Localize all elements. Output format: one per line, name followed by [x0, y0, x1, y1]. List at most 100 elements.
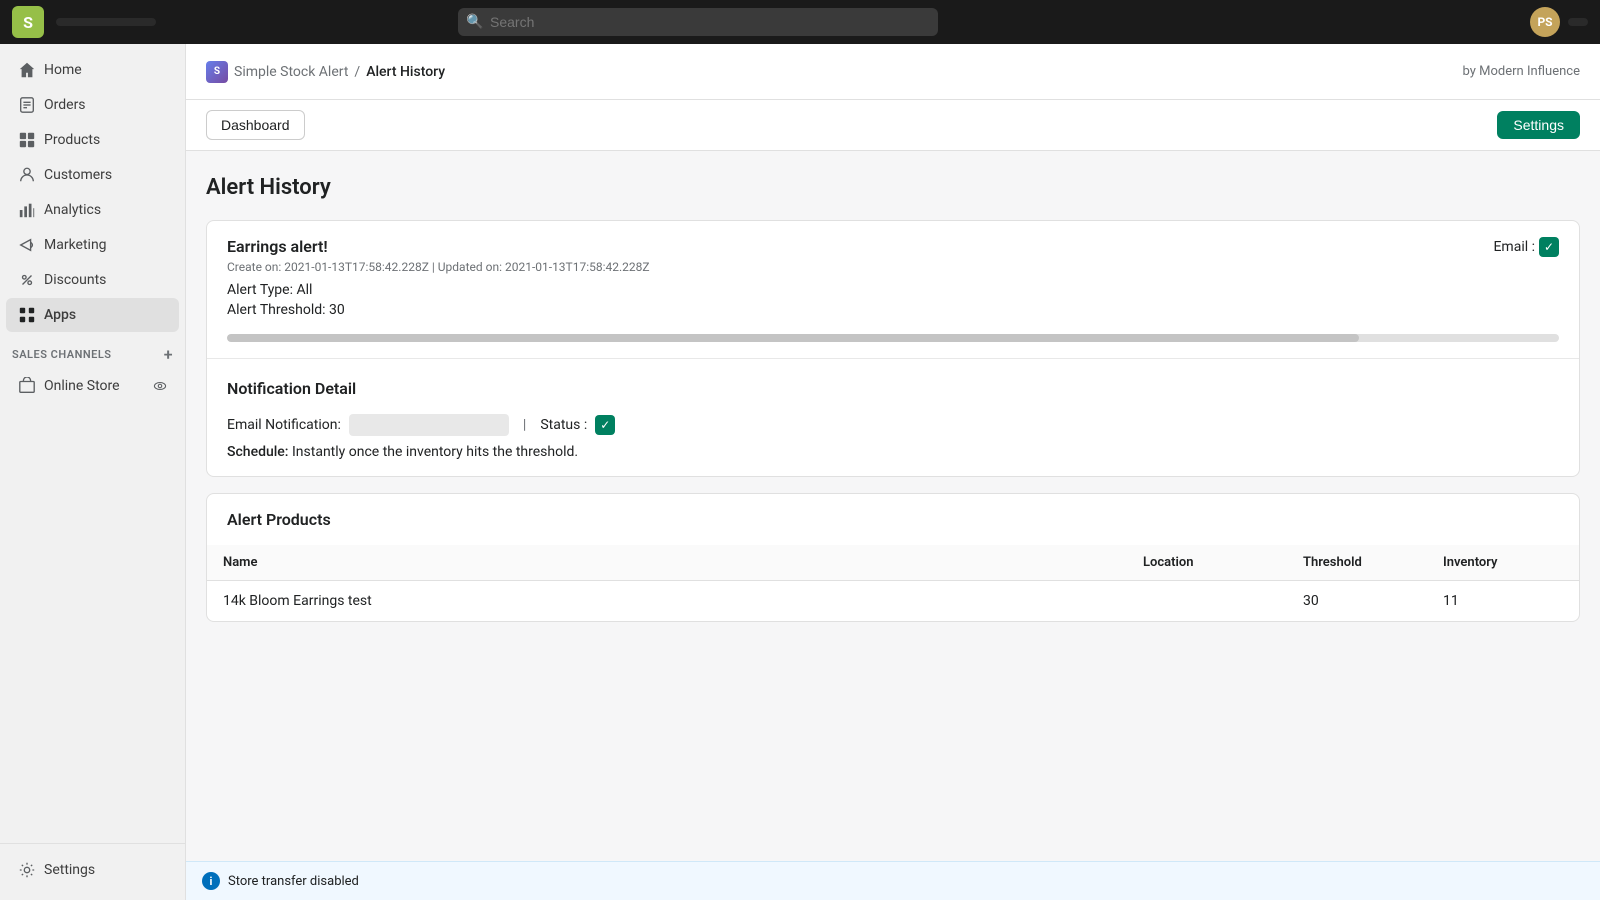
home-icon [18, 61, 36, 79]
page-title: Alert History [206, 175, 1580, 200]
sidebar-item-label: Products [44, 132, 100, 148]
eye-icon[interactable] [153, 379, 167, 393]
sidebar-bottom: Settings [0, 843, 185, 900]
sidebar-item-home[interactable]: Home [6, 53, 179, 87]
topbar: S 🔍 PS [0, 0, 1600, 44]
store-transfer-bar: i Store transfer disabled [186, 861, 1600, 900]
main-content: S Simple Stock Alert / Alert History by … [186, 44, 1600, 900]
sidebar-item-label: Marketing [44, 237, 107, 253]
status-label: Status : [540, 417, 587, 433]
sidebar-item-products[interactable]: Products [6, 123, 179, 157]
dashboard-button[interactable]: Dashboard [206, 110, 305, 140]
sidebar-item-discounts[interactable]: Discounts [6, 263, 179, 297]
alert-type-label: Alert Type: [227, 282, 293, 298]
progress-bar-fill [227, 334, 1359, 342]
progress-bar-container [227, 334, 1559, 342]
online-store-icon [18, 377, 36, 395]
topbar-right: PS [1530, 7, 1588, 37]
email-notification-label: Email Notification: [227, 417, 341, 433]
store-transfer-label: Store transfer disabled [228, 874, 359, 889]
discounts-icon [18, 271, 36, 289]
sidebar-item-online-store[interactable]: Online Store [6, 369, 179, 403]
breadcrumb: S Simple Stock Alert / Alert History [206, 61, 445, 83]
alert-type-row: Alert Type: All [227, 282, 650, 298]
sidebar-item-label: Orders [44, 97, 86, 113]
sidebar-item-label: Apps [44, 307, 76, 323]
breadcrumb-app-link[interactable]: Simple Stock Alert [234, 64, 348, 80]
sidebar-item-orders[interactable]: Orders [6, 88, 179, 122]
alert-meta: Create on: 2021-01-13T17:58:42.228Z | Up… [227, 260, 650, 274]
search-input[interactable] [458, 8, 938, 36]
email-label: Email : [1493, 239, 1535, 255]
analytics-icon [18, 201, 36, 219]
product-inventory: 11 [1443, 593, 1563, 609]
schedule-row: Schedule: Instantly once the inventory h… [227, 444, 1559, 460]
notification-row: Email Notification: | Status : ✓ [227, 414, 1559, 436]
settings-button[interactable]: Settings [1497, 111, 1580, 139]
page-header: S Simple Stock Alert / Alert History by … [186, 44, 1600, 100]
product-location [1143, 593, 1303, 609]
col-threshold: Threshold [1303, 555, 1443, 570]
notification-detail-section: Notification Detail Email Notification: … [207, 358, 1579, 476]
app-icon: S [206, 61, 228, 83]
email-badge: Email : ✓ [1493, 237, 1559, 257]
alert-type-value: All [296, 282, 312, 298]
sidebar-item-label: Analytics [44, 202, 101, 218]
product-name: 14k Bloom Earrings test [223, 593, 1143, 609]
alert-header-row: Earrings alert! Create on: 2021-01-13T17… [227, 237, 1559, 322]
page-by-text: by Modern Influence [1463, 64, 1580, 79]
add-sales-channel-button[interactable]: + [164, 345, 173, 364]
alert-info-section: Earrings alert! Create on: 2021-01-13T17… [227, 237, 650, 322]
schedule-value: Instantly once the inventory hits the th… [292, 444, 578, 460]
email-input-mock [349, 414, 509, 436]
alert-title: Earrings alert! [227, 237, 650, 256]
customers-icon [18, 166, 36, 184]
alert-card-body: Earrings alert! Create on: 2021-01-13T17… [207, 221, 1579, 358]
shopify-logo: S [12, 6, 44, 38]
topbar-menu-button[interactable] [1568, 18, 1588, 26]
sidebar: Home Orders Products Customers [0, 44, 186, 900]
breadcrumb-separator: / [354, 64, 360, 80]
products-icon [18, 131, 36, 149]
product-threshold: 30 [1303, 593, 1443, 609]
alert-card: Earrings alert! Create on: 2021-01-13T17… [206, 220, 1580, 477]
sidebar-item-customers[interactable]: Customers [6, 158, 179, 192]
alert-threshold-label: Alert Threshold: [227, 302, 326, 318]
alert-products-card: Alert Products Name Location Threshold I… [206, 493, 1580, 622]
email-check-icon: ✓ [1539, 237, 1559, 257]
settings-label: Settings [44, 862, 95, 878]
sidebar-item-label: Discounts [44, 272, 106, 288]
col-inventory: Inventory [1443, 555, 1563, 570]
sidebar-item-apps[interactable]: Apps [6, 298, 179, 332]
sidebar-item-analytics[interactable]: Analytics [6, 193, 179, 227]
sidebar-item-label: Home [44, 62, 82, 78]
col-name: Name [223, 555, 1143, 570]
sidebar-item-settings[interactable]: Settings [6, 853, 179, 887]
table-header: Name Location Threshold Inventory [207, 545, 1579, 581]
products-card-header: Alert Products [207, 494, 1579, 529]
status-check-icon: ✓ [595, 415, 615, 435]
pipe-separator: | [523, 417, 526, 433]
store-selector[interactable] [56, 18, 156, 26]
search-icon: 🔍 [466, 14, 483, 30]
products-section-title: Alert Products [227, 510, 1559, 529]
marketing-icon [18, 236, 36, 254]
sidebar-item-marketing[interactable]: Marketing [6, 228, 179, 262]
toolbar: Dashboard Settings [186, 100, 1600, 151]
table-row: 14k Bloom Earrings test 30 11 [207, 581, 1579, 621]
breadcrumb-current: Alert History [366, 64, 445, 80]
notification-section-title: Notification Detail [227, 379, 1559, 398]
avatar[interactable]: PS [1530, 7, 1560, 37]
schedule-label: Schedule: [227, 444, 289, 460]
content-area: Alert History Earrings alert! Create on:… [186, 151, 1600, 861]
info-icon: i [202, 872, 220, 890]
sidebar-nav: Home Orders Products Customers [0, 44, 185, 843]
sidebar-online-store-label: Online Store [44, 378, 120, 394]
sidebar-item-label: Customers [44, 167, 112, 183]
orders-icon [18, 96, 36, 114]
search-container: 🔍 [458, 8, 938, 36]
sales-channels-section: SALES CHANNELS + [0, 333, 185, 368]
col-location: Location [1143, 555, 1303, 570]
apps-icon [18, 306, 36, 324]
settings-icon [18, 861, 36, 879]
